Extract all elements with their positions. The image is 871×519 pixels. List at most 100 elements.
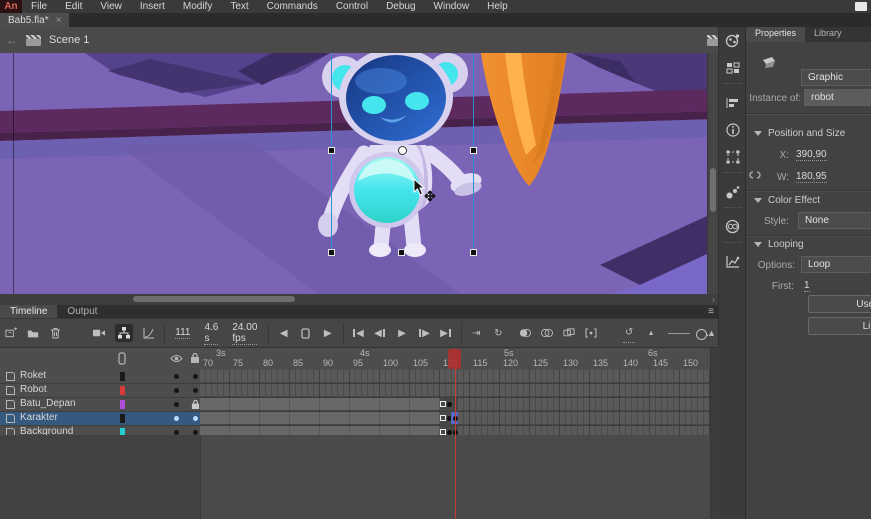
stage-horizontal-scrollbar[interactable]: › bbox=[0, 294, 718, 305]
menu-item-edit[interactable]: Edit bbox=[56, 0, 91, 13]
transform-point[interactable] bbox=[398, 146, 407, 155]
swatches-icon[interactable] bbox=[719, 54, 746, 81]
onion-skin-outlines-icon[interactable] bbox=[541, 324, 553, 342]
play-icon[interactable]: ▶ bbox=[396, 324, 408, 342]
layer-lock-dot[interactable] bbox=[193, 416, 198, 421]
frame-rate[interactable]: 24.00 fps bbox=[232, 322, 257, 345]
selection-handle[interactable] bbox=[470, 249, 477, 256]
layer-visibility-dot[interactable] bbox=[174, 388, 179, 393]
edit-multiple-frames-icon[interactable] bbox=[563, 324, 575, 342]
graph-editor-icon[interactable] bbox=[143, 324, 155, 342]
menu-item-text[interactable]: Text bbox=[221, 0, 257, 13]
current-frame-counter[interactable]: 111 bbox=[175, 327, 190, 339]
eye-column-icon[interactable] bbox=[170, 354, 183, 363]
layer-outline-swatch[interactable] bbox=[120, 386, 125, 395]
center-playhead-icon[interactable]: ⇥ bbox=[470, 324, 482, 342]
scroll-right-icon[interactable]: › bbox=[712, 294, 715, 304]
camera-icon[interactable] bbox=[93, 324, 105, 342]
transform-icon[interactable] bbox=[719, 143, 746, 170]
lock-column-icon[interactable] bbox=[190, 352, 200, 364]
menu-item-window[interactable]: Window bbox=[425, 0, 479, 13]
layer-visibility-dot[interactable] bbox=[174, 416, 179, 421]
symbol-type-dropdown[interactable]: Graphic bbox=[801, 69, 871, 86]
selection-handle[interactable] bbox=[470, 147, 477, 154]
color-ball-icon[interactable] bbox=[719, 27, 746, 54]
section-position-size[interactable]: Position and Size bbox=[754, 128, 845, 139]
menu-item-help[interactable]: Help bbox=[478, 0, 517, 13]
slider-handle[interactable] bbox=[696, 329, 707, 340]
tab-output[interactable]: Output bbox=[57, 305, 107, 318]
x-value[interactable]: 390,90 bbox=[796, 149, 827, 161]
menu-item-control[interactable]: Control bbox=[327, 0, 377, 13]
modify-markers-icon[interactable] bbox=[585, 324, 597, 342]
new-folder-icon[interactable] bbox=[27, 324, 39, 342]
first-value[interactable]: 1 bbox=[804, 280, 810, 292]
loop-playback-icon[interactable] bbox=[300, 324, 312, 342]
lip-syncing-button[interactable]: Lip S bbox=[808, 317, 871, 335]
layer-visibility-dot[interactable] bbox=[174, 402, 179, 407]
tab-timeline[interactable]: Timeline bbox=[0, 305, 57, 318]
loop-dropdown[interactable]: Loop bbox=[801, 256, 871, 273]
menu-item-view[interactable]: View bbox=[91, 0, 131, 13]
delete-layer-icon[interactable] bbox=[49, 324, 61, 342]
menu-item-commands[interactable]: Commands bbox=[258, 0, 327, 13]
app-logo[interactable]: An bbox=[0, 0, 22, 13]
cc-libraries-icon[interactable] bbox=[719, 213, 746, 240]
brush-dots-icon[interactable] bbox=[719, 178, 746, 205]
close-icon[interactable]: × bbox=[56, 15, 62, 26]
timeline-zoom-slider[interactable] bbox=[668, 333, 690, 334]
info-icon[interactable] bbox=[719, 116, 746, 143]
layer-lock-icon[interactable] bbox=[191, 399, 200, 413]
previous-keyframe-icon[interactable]: ◀ bbox=[374, 324, 386, 342]
back-arrow-icon[interactable]: ← bbox=[0, 33, 26, 47]
scrollbar-thumb[interactable] bbox=[710, 168, 716, 212]
use-frame-picker-button[interactable]: Use Fra bbox=[808, 295, 871, 313]
next-keyframe-icon[interactable]: ▶ bbox=[418, 324, 430, 342]
camera-column-icon[interactable] bbox=[118, 352, 126, 365]
layer-parenting-icon[interactable] bbox=[115, 324, 133, 342]
timeline-vertical-scrollbar[interactable] bbox=[710, 348, 719, 519]
elapsed-time[interactable]: 4.6 s bbox=[204, 322, 218, 345]
playhead-marker[interactable] bbox=[448, 349, 461, 369]
tab-properties[interactable]: Properties bbox=[746, 27, 805, 42]
layer-row-robot[interactable]: Robot bbox=[0, 384, 718, 398]
layer-row-karakter[interactable]: Karakter bbox=[0, 412, 718, 426]
layer-lock-dot[interactable] bbox=[193, 374, 198, 379]
layer-outline-swatch[interactable] bbox=[120, 400, 125, 409]
scrollbar-thumb[interactable] bbox=[133, 296, 295, 302]
menu-item-file[interactable]: File bbox=[22, 0, 56, 13]
selection-handle[interactable] bbox=[328, 147, 335, 154]
section-color-effect[interactable]: Color Effect bbox=[754, 195, 820, 206]
stage-canvas[interactable] bbox=[0, 53, 718, 294]
step-back-icon[interactable]: ◀ bbox=[278, 324, 290, 342]
reset-timeline-zoom-icon[interactable]: ↺ bbox=[623, 324, 635, 343]
document-tab[interactable]: Bab5.fla* × bbox=[0, 13, 69, 27]
section-looping[interactable]: Looping bbox=[754, 239, 804, 250]
zoom-out-frames-icon[interactable]: ▲ bbox=[645, 324, 657, 342]
layer-visibility-dot[interactable] bbox=[174, 374, 179, 379]
selection-handle[interactable] bbox=[398, 249, 405, 256]
layer-outline-swatch[interactable] bbox=[120, 372, 125, 381]
layer-lock-dot[interactable] bbox=[193, 388, 198, 393]
style-dropdown[interactable]: None bbox=[798, 212, 871, 229]
align-icon[interactable] bbox=[719, 89, 746, 116]
loop-range-icon[interactable]: ↻ bbox=[492, 324, 504, 342]
selection-handle[interactable] bbox=[328, 249, 335, 256]
onion-skin-icon[interactable] bbox=[519, 324, 531, 342]
instance-name-field[interactable]: robot bbox=[804, 89, 871, 106]
w-value[interactable]: 180,95 bbox=[796, 171, 827, 183]
layer-outline-swatch[interactable] bbox=[120, 414, 125, 423]
go-to-first-frame-icon[interactable]: ◀ bbox=[352, 324, 364, 342]
panel-menu-icon[interactable]: ≡ bbox=[708, 306, 714, 317]
new-layer-icon[interactable] bbox=[5, 324, 17, 342]
step-forward-icon[interactable]: ▶ bbox=[322, 324, 334, 342]
layer-row-roket[interactable]: Roket bbox=[0, 370, 718, 384]
scene-label[interactable]: Scene 1 bbox=[49, 34, 89, 46]
go-to-last-frame-icon[interactable]: ▶ bbox=[440, 324, 452, 342]
tab-library[interactable]: Library bbox=[805, 27, 851, 42]
history-graph-icon[interactable] bbox=[719, 248, 746, 275]
menu-item-debug[interactable]: Debug bbox=[377, 0, 424, 13]
layer-row-batu_depan[interactable]: Batu_Depan bbox=[0, 398, 718, 412]
window-control-icon[interactable] bbox=[855, 2, 867, 11]
menu-item-insert[interactable]: Insert bbox=[131, 0, 174, 13]
